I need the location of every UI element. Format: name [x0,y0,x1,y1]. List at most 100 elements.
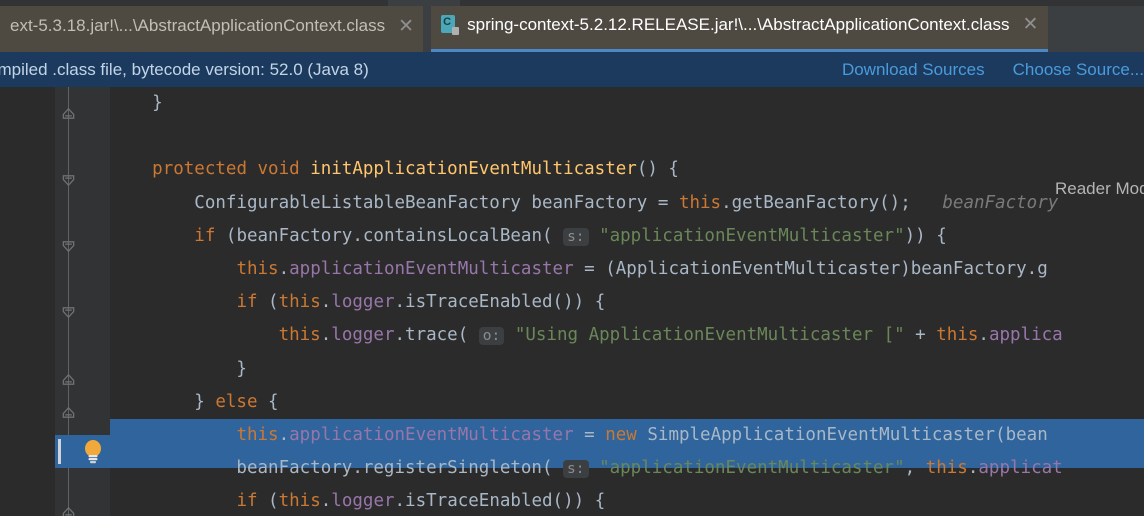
code-token: if [236,491,258,512]
code-token: logger [331,292,395,313]
line-close-brace-2: } [110,353,1144,386]
code-token: initApplicationEventMulticaster [310,159,637,180]
close-icon[interactable]: ✕ [1022,15,1040,34]
code-token: "applicationEventMulticaster" [599,458,905,479]
code-token: .getBeanFactory(); [721,192,911,213]
code-token: applicationEventMulticaster [289,258,574,279]
code-token: )) { [904,225,947,246]
code-token: . [320,325,332,346]
code-token: this [925,458,968,479]
fold-end-icon[interactable] [61,106,76,121]
code-token: . [978,325,989,346]
code-token: . [278,424,290,445]
code-editor[interactable]: } protected void initApplicationEventMul… [0,87,1144,516]
code-token: this [278,292,321,313]
code-token: logger [331,325,395,346]
code-token: () { [636,159,679,180]
gutter-breakpoint-column[interactable] [0,87,55,516]
code-token: beanFactory [910,192,1059,213]
code-token: this [236,424,279,445]
ide-editor-window: ext-5.3.18.jar!\...\AbstractApplicationC… [0,0,1144,516]
code-token: this [278,325,321,346]
code-token: this [278,491,321,512]
code-token: } [110,358,247,379]
code-token: s: [563,460,589,479]
code-token: .isTraceEnabled()) { [394,292,606,313]
code-token: this [678,192,722,213]
close-icon[interactable]: ✕ [397,17,415,36]
code-token: { [257,391,279,412]
text-caret [58,439,61,464]
editor-tab-active[interactable]: spring-context-5.2.12.RELEASE.jar!\...\A… [431,0,1048,52]
tab-gap [423,0,432,52]
code-token: . [320,491,332,512]
line-assign-multicaster: this.applicationEventMulticaster = (Appl… [110,253,1144,286]
choose-sources-link[interactable]: Choose Source... [1013,60,1144,80]
code-token: new [605,424,637,445]
line-register-singleton: beanFactory.registerSingleton( s: "appli… [110,452,1144,485]
fold-end-icon[interactable] [61,372,76,387]
strip-left [0,0,388,6]
editor-tab-label: spring-context-5.2.12.RELEASE.jar!\...\A… [467,14,1010,34]
code-token: this [936,325,979,346]
code-token: .trace( [394,325,479,346]
line-new-simple-multicaster: this.applicationEventMulticaster = new S… [110,418,1144,453]
code-token: . [278,258,290,279]
code-token: "applicationEventMulticaster" [599,225,905,246]
code-token: .isTraceEnabled()) { [394,491,606,512]
code-token: + [904,325,937,346]
download-sources-link[interactable]: Download Sources [842,60,985,80]
code-token: SimpleApplicationEventMulticaster(bean [636,424,1048,445]
code-token: ( [257,491,279,512]
intention-bulb-icon[interactable] [80,438,106,465]
line-if-trace-enabled-2: if (this.logger.isTraceEnabled()) { [110,485,1144,516]
code-token: ConfigurableListableBeanFactory beanFact… [110,192,679,213]
code-token: s: [563,227,589,246]
java-class-file-readonly-icon [441,14,460,35]
fold-start-icon[interactable] [61,305,76,320]
notification-actions: Download Sources Choose Source... [842,60,1144,80]
fold-end-icon[interactable] [61,505,76,516]
decompiled-file-notification-bar: ompiled .class file, bytecode version: 5… [0,52,1144,87]
line-blank-1 [110,120,1144,153]
code-text-area[interactable]: } protected void initApplicationEventMul… [110,87,1144,516]
fold-end-icon[interactable] [61,405,76,420]
code-token: applicat [978,458,1063,479]
code-token: else [215,391,258,412]
editor-tab-inactive[interactable]: ext-5.3.18.jar!\...\AbstractApplicationC… [0,0,424,52]
notification-message: ompiled .class file, bytecode version: 5… [0,59,369,79]
editor-tab-bar: ext-5.3.18.jar!\...\AbstractApplicationC… [0,0,1144,52]
code-token: protected void [152,159,311,180]
code-token: applicationEventMulticaster [289,424,574,445]
code-token: = [573,424,606,445]
line-if-contains-local-bean: if (beanFactory.containsLocalBean( s: "a… [110,220,1144,253]
code-token: applica [988,325,1063,346]
editor-tab-label: ext-5.3.18.jar!\...\AbstractApplicationC… [10,16,386,35]
code-token: = (ApplicationEventMulticaster)beanFacto… [573,258,1048,279]
line-method-signature: protected void initApplicationEventMulti… [110,153,1144,186]
line-logger-trace: this.logger.trace( o: "Using Application… [110,319,1144,352]
code-token: if [194,225,216,246]
code-token: . [967,458,979,479]
code-token: } [110,93,163,113]
line-close-brace: } [110,87,1144,120]
fold-start-icon[interactable] [61,173,76,188]
code-token: . [320,292,332,313]
line-beanfactory-decl: ConfigurableListableBeanFactory beanFact… [110,187,1144,220]
fold-start-icon[interactable] [61,239,76,254]
code-token: "Using ApplicationEventMulticaster [" [514,325,905,346]
code-token: if [236,292,258,313]
reader-mode-label[interactable]: Reader Mode [1055,179,1144,199]
line-else: } else { [110,386,1144,419]
code-token: logger [331,491,395,512]
